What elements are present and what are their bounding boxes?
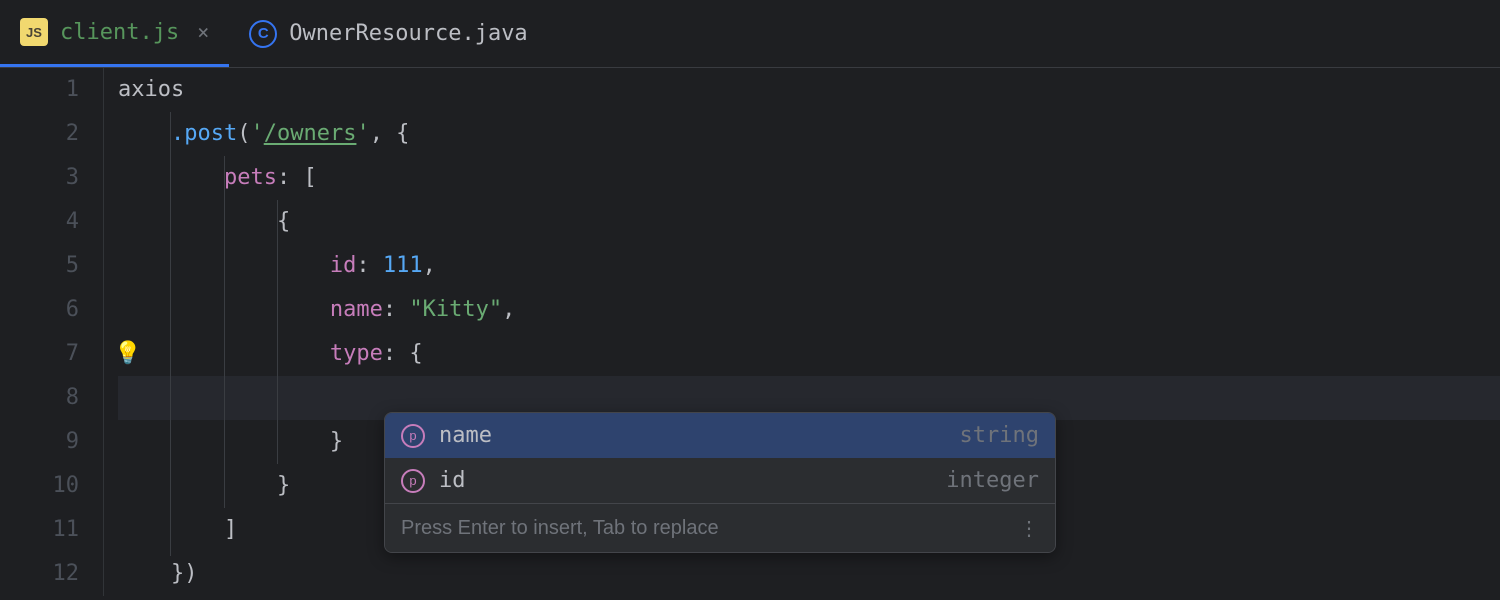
code-line: id: 111, [118, 244, 1500, 288]
line-number: 4 [0, 200, 79, 244]
tab-client-js[interactable]: JS client.js × [0, 0, 229, 67]
completion-popup: p name string p id integer Press Enter t… [384, 412, 1056, 553]
property-icon: p [401, 469, 425, 493]
tab-label: OwnerResource.java [289, 21, 527, 46]
completion-item-name[interactable]: p name string [385, 413, 1055, 458]
line-number: 11 [0, 508, 79, 552]
line-number: 3 [0, 156, 79, 200]
close-icon[interactable]: × [197, 20, 209, 44]
line-gutter: 1 2 3 4 5 6 7 8 9 10 11 12 💡 [0, 68, 104, 596]
line-number: 9 [0, 420, 79, 464]
more-icon[interactable]: ⋮ [1019, 516, 1039, 540]
line-number: 8 [0, 376, 79, 420]
completion-type: string [960, 423, 1039, 448]
indent-guide [277, 200, 278, 464]
line-number: 5 [0, 244, 79, 288]
code-line: { [118, 200, 1500, 244]
tab-label: client.js [60, 20, 179, 45]
line-number: 10 [0, 464, 79, 508]
hint-text: Press Enter to insert, Tab to replace [401, 517, 719, 540]
code-line: axios [118, 68, 1500, 112]
code-line: pets: [ [118, 156, 1500, 200]
completion-type: integer [946, 468, 1039, 493]
completion-item-id[interactable]: p id integer [385, 458, 1055, 503]
property-icon: p [401, 424, 425, 448]
java-class-icon: C [249, 20, 277, 48]
completion-hint: Press Enter to insert, Tab to replace ⋮ [385, 503, 1055, 552]
code-line: }) [118, 552, 1500, 596]
code-editor[interactable]: 1 2 3 4 5 6 7 8 9 10 11 12 💡 axios .post… [0, 68, 1500, 596]
line-number: 1 [0, 68, 79, 112]
line-number: 6 [0, 288, 79, 332]
indent-guide [170, 112, 171, 556]
code-line: name: "Kitty", [118, 288, 1500, 332]
indent-guide [224, 156, 225, 508]
tab-owner-resource-java[interactable]: C OwnerResource.java [229, 0, 547, 67]
completion-label: id [439, 468, 932, 493]
editor-tabs: JS client.js × C OwnerResource.java [0, 0, 1500, 68]
completion-label: name [439, 423, 946, 448]
line-number: 7 [0, 332, 79, 376]
line-number: 12 [0, 552, 79, 596]
code-line: type: { [118, 332, 1500, 376]
js-file-icon: JS [20, 18, 48, 46]
line-number: 2 [0, 112, 79, 156]
code-line: .post('/owners', { [118, 112, 1500, 156]
